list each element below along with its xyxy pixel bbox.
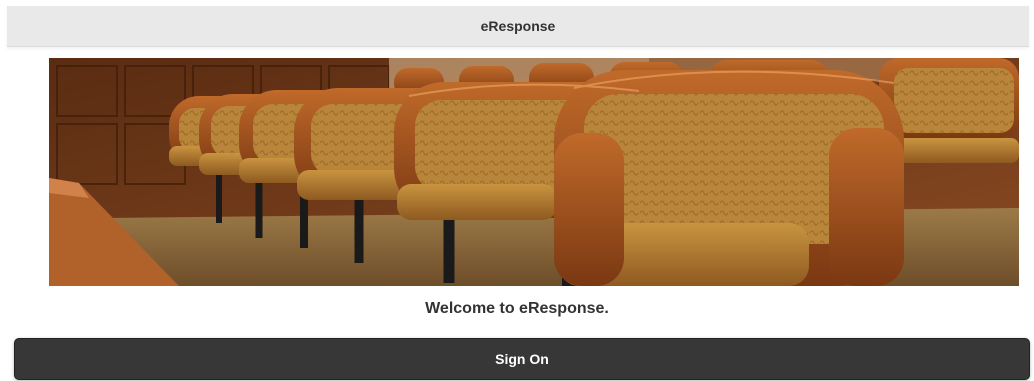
sign-on-label: Sign On	[495, 351, 549, 367]
welcome-message: Welcome to eResponse.	[425, 300, 609, 317]
app-header: eResponse	[7, 6, 1029, 47]
sign-on-button[interactable]: Sign On	[14, 338, 1030, 380]
app-page: eResponse Welcome to eResponse. Sign On	[0, 0, 1034, 381]
courtroom-chairs-banner-image	[49, 58, 1019, 286]
app-title: eResponse	[480, 18, 556, 34]
